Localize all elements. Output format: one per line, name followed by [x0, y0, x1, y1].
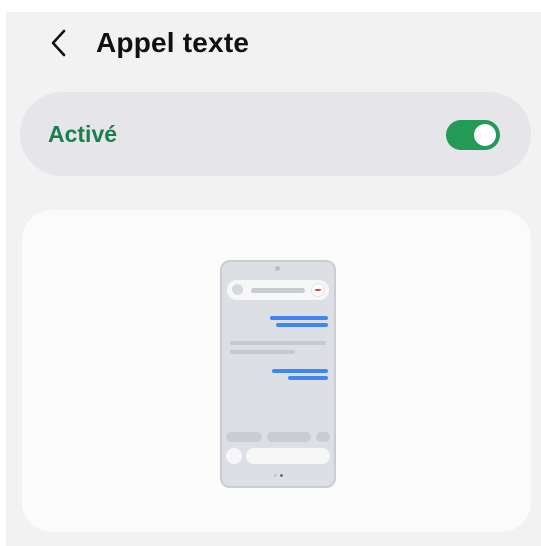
- page-dot-active: [280, 474, 283, 477]
- message-input-placeholder: [246, 448, 330, 464]
- timer-icon: [232, 284, 243, 295]
- page-title: Appel texte: [96, 27, 250, 58]
- enable-switch[interactable]: [446, 120, 500, 150]
- toggle-label: Activé: [48, 121, 118, 147]
- enable-toggle-row[interactable]: Activé: [20, 92, 531, 176]
- sent-message-line: [276, 323, 328, 327]
- settings-screen: Appel texte Activé: [6, 12, 541, 546]
- received-message-line: [230, 350, 295, 354]
- illustration-card: [22, 210, 531, 532]
- quick-reply-chip: [267, 432, 311, 442]
- input-action-icon: [226, 448, 242, 464]
- end-call-icon: [311, 283, 325, 297]
- header: Appel texte: [6, 12, 541, 82]
- quick-reply-chip: [316, 432, 330, 442]
- back-button[interactable]: [42, 26, 76, 60]
- quick-reply-chip: [226, 432, 262, 442]
- caller-placeholder: [251, 288, 305, 293]
- chevron-left-icon: [51, 29, 66, 57]
- sent-message-line: [288, 376, 328, 380]
- sent-message-line: [272, 369, 328, 373]
- call-bar: [227, 280, 329, 300]
- received-message-line: [230, 341, 326, 345]
- sent-message-line: [270, 316, 328, 320]
- switch-knob: [474, 124, 496, 146]
- phone-illustration: [220, 260, 336, 488]
- camera-dot: [275, 266, 280, 271]
- page-dot: [274, 474, 277, 477]
